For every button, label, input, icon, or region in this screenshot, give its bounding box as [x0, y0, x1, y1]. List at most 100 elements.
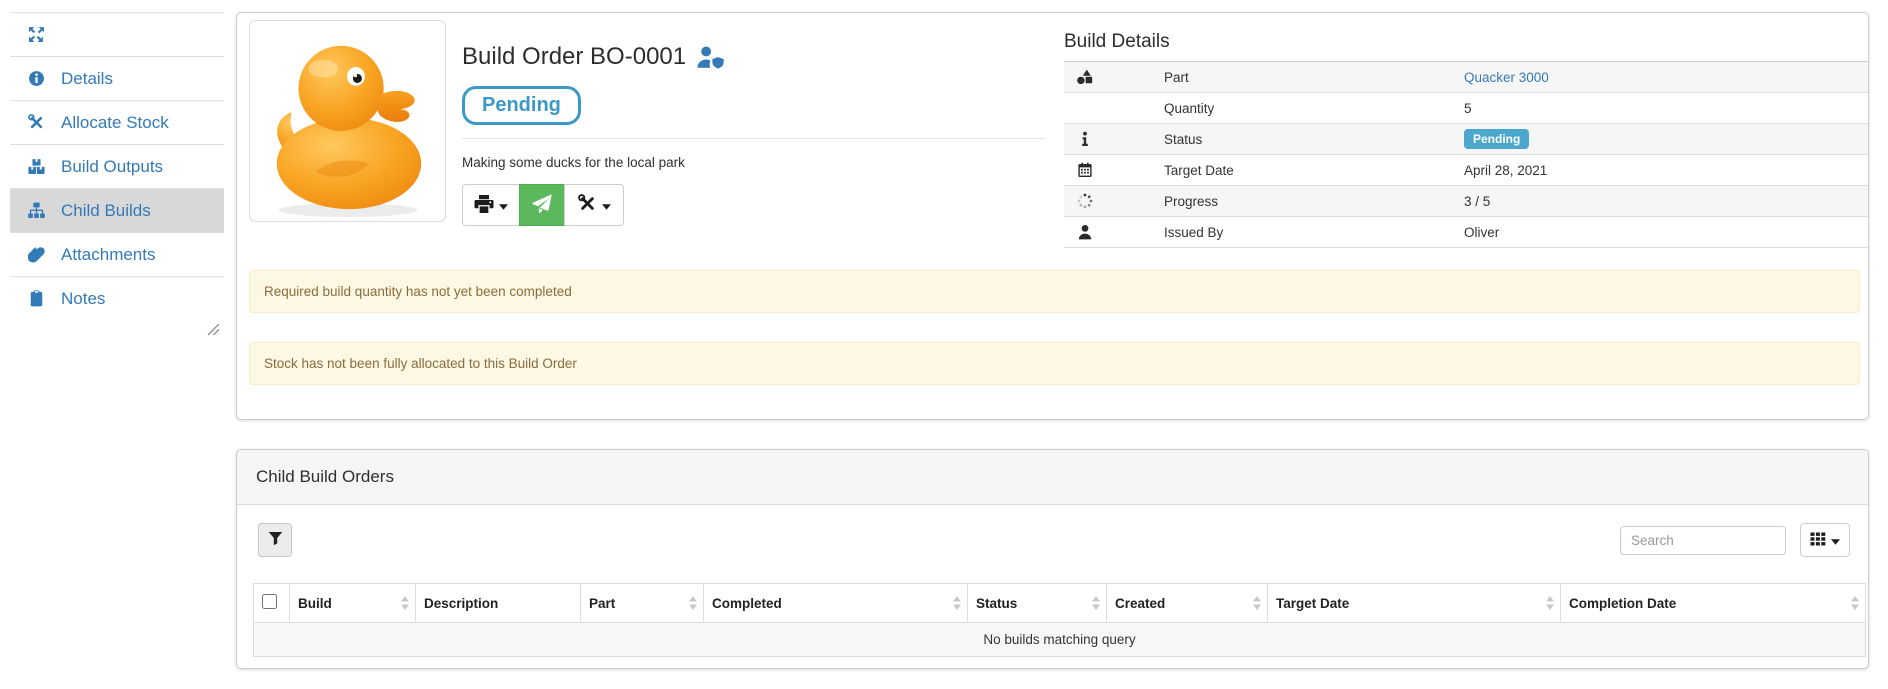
detail-value: 5 [1464, 93, 1868, 124]
sidebar-item-attachments[interactable]: Attachments [10, 232, 224, 276]
build-actions-button[interactable] [564, 184, 624, 226]
status-outline-badge: Pending [462, 86, 581, 125]
build-order-summary: Build Order BO-0001 Pending Making some … [462, 20, 1045, 270]
detail-label: Part [1164, 62, 1464, 93]
detail-value: 3 / 5 [1464, 186, 1868, 217]
column-label: Part [589, 596, 615, 611]
build-order-description: Making some ducks for the local park [462, 155, 1045, 170]
boxes-icon [28, 158, 48, 175]
paper-plane-icon [532, 194, 552, 217]
send-build-button[interactable] [519, 184, 565, 226]
search-input[interactable] [1620, 526, 1786, 555]
sidebar-item-details[interactable]: Details [10, 56, 224, 100]
spinner-icon [1064, 186, 1164, 217]
detail-row-status: Status Pending [1064, 124, 1868, 155]
clipboard-icon [28, 290, 48, 307]
sort-icon [401, 596, 409, 610]
sidebar-item-child-builds[interactable]: Child Builds [10, 188, 224, 232]
tools-icon [28, 114, 48, 131]
column-header-created[interactable]: Created [1107, 584, 1268, 623]
expand-icon [28, 26, 48, 43]
sidebar-item-label: Child Builds [61, 201, 151, 221]
sidebar-item-label: Build Outputs [61, 157, 163, 177]
detail-row-target-date: Target Date April 28, 2021 [1064, 155, 1868, 186]
info-circle-icon [28, 70, 48, 87]
build-order-panel: Build Order BO-0001 Pending Making some … [236, 12, 1869, 420]
select-all-checkbox[interactable] [262, 594, 277, 609]
detail-value: April 28, 2021 [1464, 155, 1868, 186]
info-icon [1064, 124, 1164, 155]
alert-text: Required build quantity has not yet been… [264, 284, 572, 299]
alert-stock-unallocated: Stock has not been fully allocated to th… [249, 342, 1860, 385]
column-label: Build [298, 596, 332, 611]
sort-icon [1851, 596, 1859, 610]
user-shield-icon [696, 45, 725, 69]
no-icon [1064, 93, 1164, 124]
column-header-part[interactable]: Part [581, 584, 704, 623]
divider [462, 138, 1045, 139]
column-header-target-date[interactable]: Target Date [1268, 584, 1561, 623]
sidebar-item-allocate-stock[interactable]: Allocate Stock [10, 100, 224, 144]
column-label: Completed [712, 596, 782, 611]
empty-row: No builds matching query [254, 623, 1866, 657]
column-header-completed[interactable]: Completed [704, 584, 968, 623]
detail-label: Target Date [1164, 155, 1464, 186]
sidebar-item-label: Allocate Stock [61, 113, 169, 133]
detail-row-part: Part Quacker 3000 [1064, 62, 1868, 93]
user-icon [1064, 217, 1164, 248]
column-label: Completion Date [1569, 596, 1676, 611]
build-details-heading: Build Details [1064, 31, 1868, 53]
table-header-row: Build Description Part Compl [254, 584, 1866, 623]
main-content: Build Order BO-0001 Pending Making some … [236, 12, 1869, 669]
column-label: Created [1115, 596, 1165, 611]
page-title-text: Build Order BO-0001 [462, 42, 686, 72]
detail-label: Issued By [1164, 217, 1464, 248]
sidebar-item-label: Notes [61, 289, 105, 309]
calendar-icon [1064, 155, 1164, 186]
table-toolbar [237, 505, 1868, 557]
detail-label: Progress [1164, 186, 1464, 217]
sidebar-expand-toggle[interactable] [10, 12, 224, 56]
filter-button[interactable] [258, 523, 292, 557]
sidebar-item-notes[interactable]: Notes [10, 276, 224, 320]
alert-quantity-incomplete: Required build quantity has not yet been… [249, 270, 1860, 313]
sort-icon [1092, 596, 1100, 610]
sidebar-item-label: Details [61, 69, 113, 89]
printer-icon [474, 194, 494, 217]
sitemap-icon [28, 202, 48, 219]
sidebar-resize-handle[interactable] [207, 323, 220, 336]
detail-row-issued-by: Issued By Oliver [1064, 217, 1868, 248]
column-header-status[interactable]: Status [968, 584, 1107, 623]
part-link[interactable]: Quacker 3000 [1464, 70, 1549, 85]
rubber-duck-image [250, 21, 445, 221]
child-builds-table: Build Description Part Compl [253, 583, 1866, 657]
sort-icon [953, 596, 961, 610]
build-details-table: Part Quacker 3000 Quantity 5 [1064, 61, 1868, 248]
sort-icon [1546, 596, 1554, 610]
column-label: Description [424, 596, 498, 611]
sort-icon [689, 596, 697, 610]
sidebar: Details Allocate Stock Build Outputs Chi… [10, 12, 224, 320]
shapes-icon [1064, 62, 1164, 93]
detail-row-quantity: Quantity 5 [1064, 93, 1868, 124]
caret-down-icon [602, 198, 611, 213]
sidebar-item-build-outputs[interactable]: Build Outputs [10, 144, 224, 188]
child-builds-panel: Child Build Orders [236, 449, 1869, 669]
caret-down-icon [1831, 533, 1840, 548]
detail-value: Oliver [1464, 217, 1868, 248]
paperclip-icon [28, 246, 48, 263]
action-button-group [462, 184, 624, 226]
part-thumbnail-image [249, 20, 446, 222]
child-builds-heading: Child Build Orders [237, 450, 1868, 505]
build-order-page: Details Allocate Stock Build Outputs Chi… [0, 0, 1888, 689]
th-grid-icon [1810, 531, 1826, 550]
build-details-section: Build Details Part Quacker 3000 [1064, 20, 1868, 270]
column-header-completion-date[interactable]: Completion Date [1561, 584, 1866, 623]
filter-icon [268, 531, 283, 549]
detail-label: Quantity [1164, 93, 1464, 124]
print-actions-button[interactable] [462, 184, 520, 226]
column-header-build[interactable]: Build [290, 584, 416, 623]
columns-button[interactable] [1800, 523, 1850, 557]
sidebar-item-label: Attachments [61, 245, 156, 265]
status-badge: Pending [1464, 129, 1529, 149]
